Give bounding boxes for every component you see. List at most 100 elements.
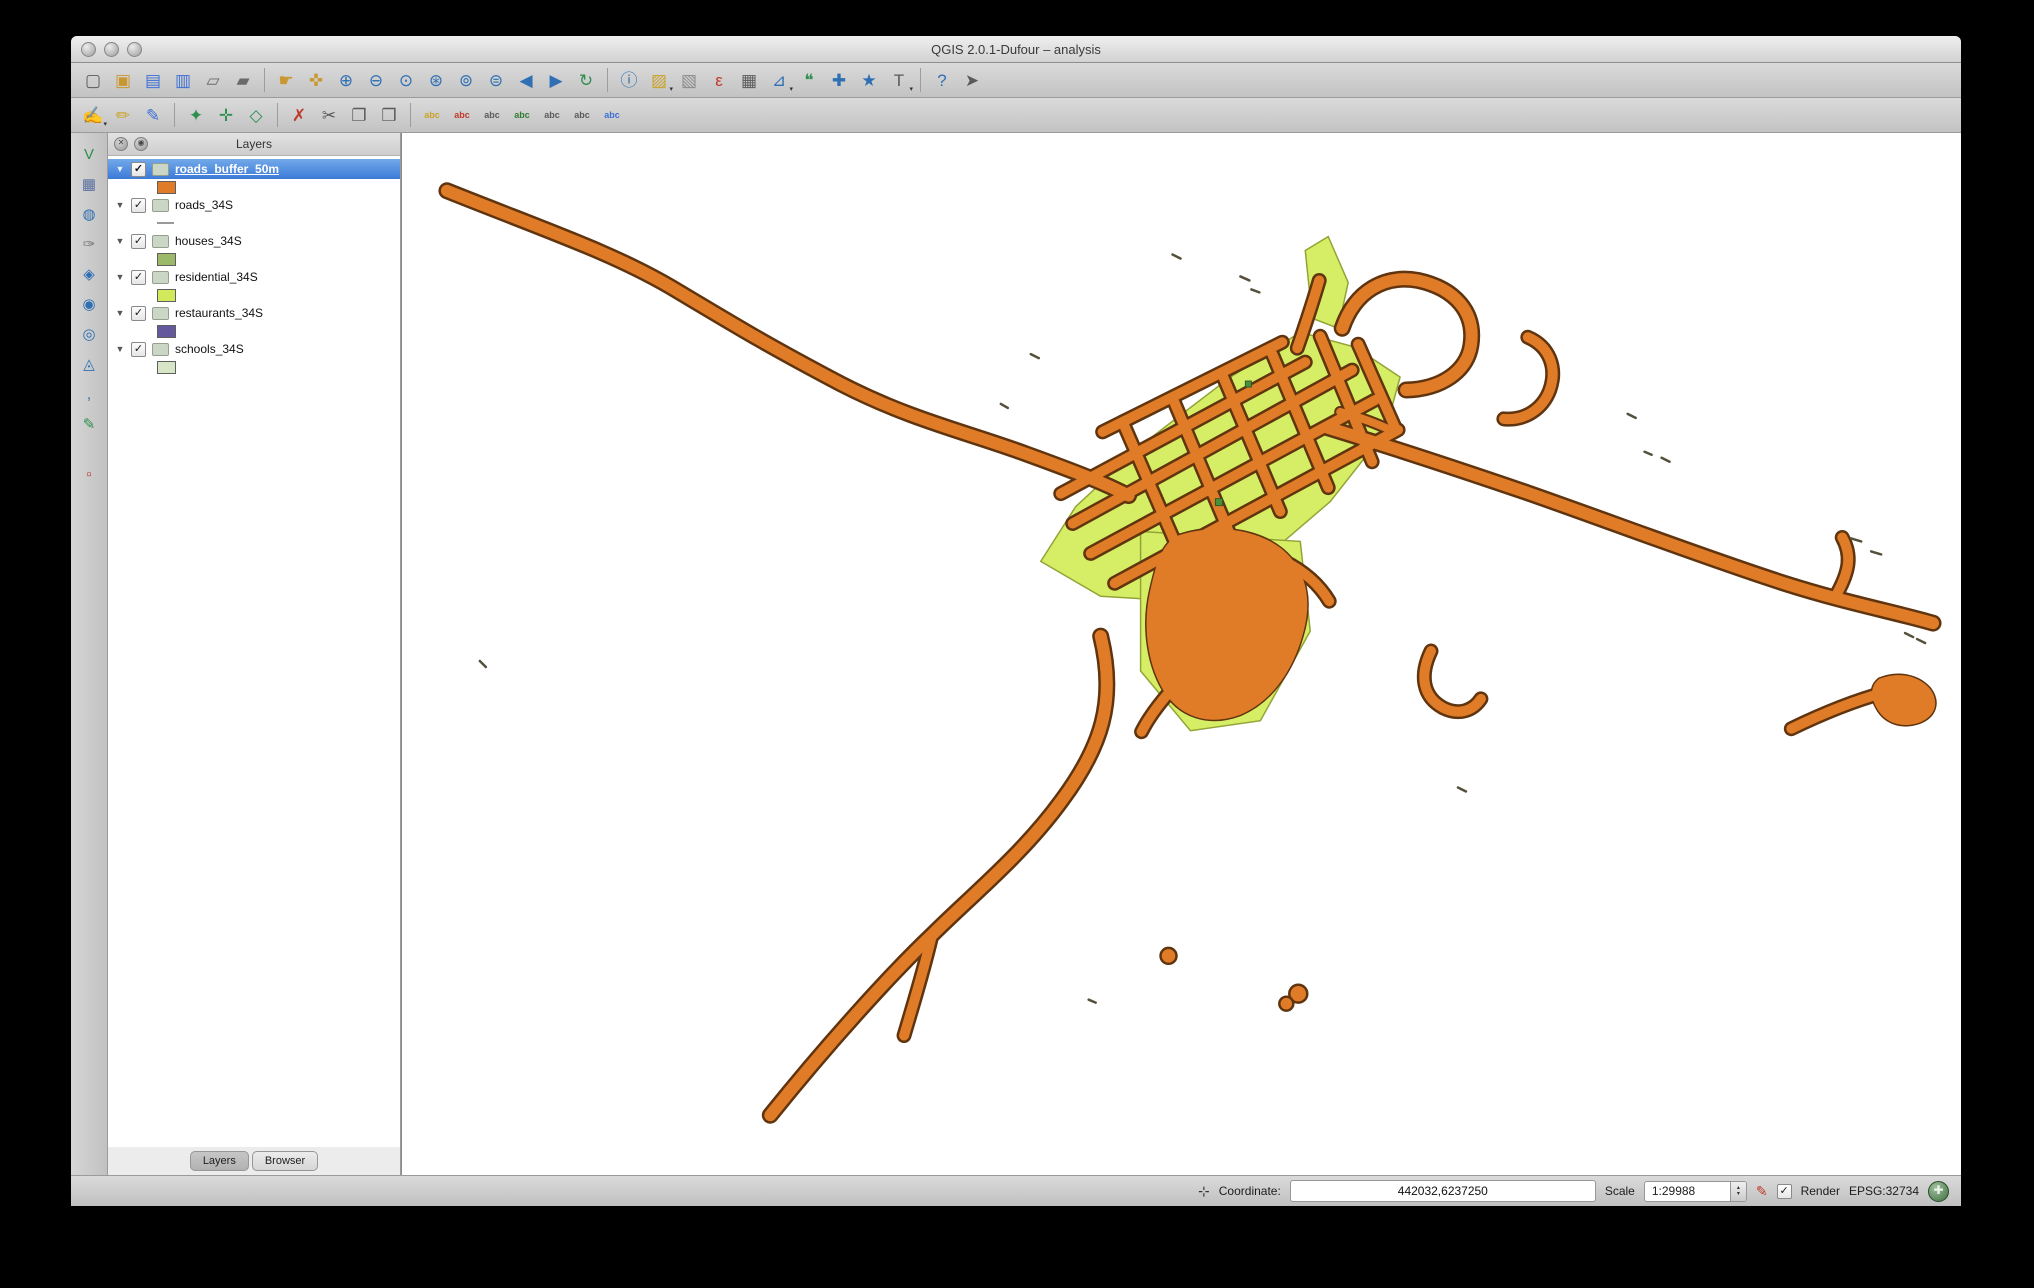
layer-row-restaurants_34S[interactable]: ▼✓restaurants_34S	[108, 303, 400, 323]
pan-map-button[interactable]: ☛	[272, 66, 300, 94]
add-feature-button[interactable]: ✦	[182, 101, 210, 129]
layer-symbol-swatch[interactable]	[157, 361, 176, 374]
crs-status-button[interactable]: ✚	[1928, 1181, 1949, 1202]
zoom-in-button[interactable]: ⊕	[332, 66, 360, 94]
label-move-button[interactable]: abc	[538, 101, 566, 129]
layer-row-schools_34S[interactable]: ▼✓schools_34S	[108, 339, 400, 359]
zoom-to-layer-button[interactable]: ⊚	[452, 66, 480, 94]
delete-selected-button[interactable]: ✗	[285, 101, 313, 129]
current-edits-button[interactable]: ✍▾	[79, 101, 107, 129]
layer-symbol-swatch[interactable]	[157, 181, 176, 194]
add-vector-layer-button[interactable]: V	[76, 141, 102, 167]
add-wms-layer-button[interactable]: ◉	[76, 291, 102, 317]
add-raster-layer-button[interactable]: ▦	[76, 171, 102, 197]
label-highlight-button[interactable]: abc	[508, 101, 536, 129]
coordinate-capture-icon[interactable]: ⊹	[1198, 1183, 1210, 1200]
new-shapefile-layer-button[interactable]: ✎	[76, 411, 102, 437]
add-wfs-layer-button[interactable]: ◬	[76, 351, 102, 377]
measure-button[interactable]: ⊿▾	[765, 66, 793, 94]
refresh-map-button[interactable]: ↻	[572, 66, 600, 94]
map-canvas[interactable]	[401, 133, 1961, 1175]
layer-row-houses_34S[interactable]: ▼✓houses_34S	[108, 231, 400, 251]
label-settings-button[interactable]: abc	[418, 101, 446, 129]
node-tool-button[interactable]: ◇	[242, 101, 270, 129]
open-project-button[interactable]: ▣	[109, 66, 137, 94]
text-annotation-button[interactable]: T▾	[885, 66, 913, 94]
coordinate-input[interactable]	[1290, 1180, 1596, 1202]
layer-row-roads_34S[interactable]: ▼✓roads_34S	[108, 195, 400, 215]
combo-arrows-icon[interactable]: ▴▾	[1730, 1182, 1746, 1201]
move-feature-button[interactable]: ✛	[212, 101, 240, 129]
field-calculator-button[interactable]: ε	[705, 66, 733, 94]
render-checkbox[interactable]: ✓	[1777, 1184, 1792, 1199]
tab-browser[interactable]: Browser	[252, 1151, 318, 1171]
layer-visibility-checkbox[interactable]: ✓	[131, 162, 146, 177]
layer-visibility-checkbox[interactable]: ✓	[131, 270, 146, 285]
remove-layer-button[interactable]: ▫	[76, 461, 102, 487]
titlebar[interactable]: QGIS 2.0.1-Dufour – analysis	[71, 36, 1961, 63]
zoom-full-button[interactable]: ⊛	[422, 66, 450, 94]
layer-symbol-swatch[interactable]	[157, 289, 176, 302]
cut-features-button[interactable]: ✂	[315, 101, 343, 129]
show-bookmarks-button[interactable]: ★	[855, 66, 883, 94]
expand-arrow-icon[interactable]: ▼	[115, 200, 125, 210]
zoom-native-button[interactable]: ⊙	[392, 66, 420, 94]
add-postgis-layer-button[interactable]: ◍	[76, 201, 102, 227]
layer-visibility-checkbox[interactable]: ✓	[131, 306, 146, 321]
attribute-table-button[interactable]: ▦	[735, 66, 763, 94]
zoom-last-button[interactable]: ◀	[512, 66, 540, 94]
new-project-button[interactable]: ▢	[79, 66, 107, 94]
layer-row-residential_34S[interactable]: ▼✓residential_34S	[108, 267, 400, 287]
layer-visibility-checkbox[interactable]: ✓	[131, 342, 146, 357]
map-tips-button[interactable]: ❝	[795, 66, 823, 94]
add-mssql-layer-button[interactable]: ◈	[76, 261, 102, 287]
panel-close-icon[interactable]: ✕	[114, 137, 128, 151]
minimize-window-button[interactable]	[104, 42, 119, 57]
add-delimited-text-layer-button[interactable]: ,	[76, 381, 102, 407]
composer-manager-button[interactable]: ▰	[229, 66, 257, 94]
node-tool-icon: ◇	[249, 107, 262, 124]
expand-arrow-icon[interactable]: ▼	[115, 272, 125, 282]
stop-rendering-icon[interactable]: ✎	[1756, 1183, 1768, 1200]
add-wcs-layer-button[interactable]: ◎	[76, 321, 102, 347]
expand-arrow-icon[interactable]: ▼	[115, 308, 125, 318]
toggle-editing-button[interactable]: ✏	[109, 101, 137, 129]
select-features-button[interactable]: ▨▾	[645, 66, 673, 94]
help-contents-button[interactable]: ?	[928, 66, 956, 94]
identify-features-button[interactable]: ⓘ	[615, 66, 643, 94]
add-spatialite-layer-button[interactable]: ✑	[76, 231, 102, 257]
save-layer-edits-button[interactable]: ✎	[139, 101, 167, 129]
toolbar-row-2: ✍▾✏✎✦✛◇✗✂❐❒abcabcabcabcabcabcabc	[71, 98, 1961, 133]
new-bookmark-button[interactable]: ✚	[825, 66, 853, 94]
close-window-button[interactable]	[81, 42, 96, 57]
paste-features-button[interactable]: ❒	[375, 101, 403, 129]
panel-float-icon[interactable]: ◉	[134, 137, 148, 151]
deselect-features-button[interactable]: ▧	[675, 66, 703, 94]
zoom-out-button[interactable]: ⊖	[362, 66, 390, 94]
zoom-next-button[interactable]: ▶	[542, 66, 570, 94]
save-project-button[interactable]: ▤	[139, 66, 167, 94]
label-stop-display-button[interactable]: abc	[448, 101, 476, 129]
whats-this-button[interactable]: ➤	[958, 66, 986, 94]
current-edits-icon: ✍	[82, 107, 103, 124]
layer-visibility-checkbox[interactable]: ✓	[131, 234, 146, 249]
save-project-as-button[interactable]: ▥	[169, 66, 197, 94]
zoom-to-selection-button[interactable]: ⊜	[482, 66, 510, 94]
tab-layers[interactable]: Layers	[190, 1151, 249, 1171]
label-rotate-button[interactable]: abc	[568, 101, 596, 129]
label-pin-button[interactable]: abc	[478, 101, 506, 129]
layer-symbol-swatch[interactable]	[157, 325, 176, 338]
pan-to-selection-button[interactable]: ✜	[302, 66, 330, 94]
expand-arrow-icon[interactable]: ▼	[115, 236, 125, 246]
expand-arrow-icon[interactable]: ▼	[115, 164, 125, 174]
layer-symbol-swatch[interactable]	[157, 222, 174, 224]
new-print-composer-button[interactable]: ▱	[199, 66, 227, 94]
expand-arrow-icon[interactable]: ▼	[115, 344, 125, 354]
layer-symbol-swatch[interactable]	[157, 253, 176, 266]
layer-visibility-checkbox[interactable]: ✓	[131, 198, 146, 213]
layer-row-roads_buffer_50m[interactable]: ▼✓roads_buffer_50m	[108, 159, 400, 179]
scale-combo[interactable]: 1:29988 ▴▾	[1644, 1181, 1747, 1202]
label-properties-button[interactable]: abc	[598, 101, 626, 129]
zoom-window-button[interactable]	[127, 42, 142, 57]
copy-features-button[interactable]: ❐	[345, 101, 373, 129]
